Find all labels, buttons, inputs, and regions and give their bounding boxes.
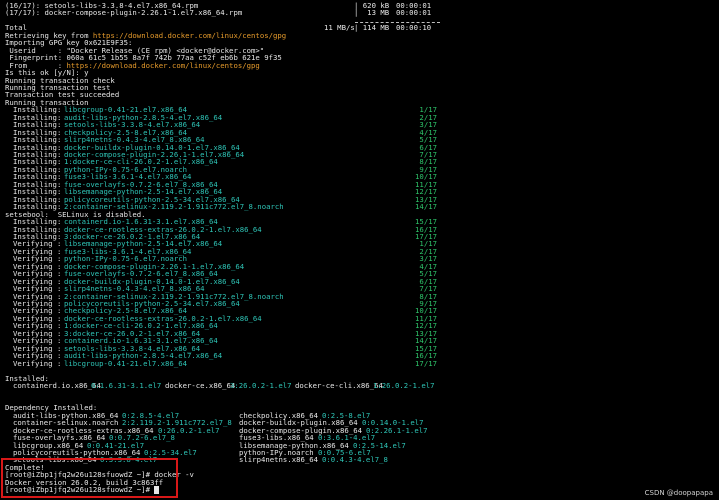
package-counter: 14/17: [415, 202, 437, 212]
installed-version: 0:1.6.31-3.1.el7: [91, 380, 162, 390]
package-name: libcgroup-0.41-21.el7.x86_64: [64, 358, 188, 368]
highlight-box: [1, 458, 178, 498]
installed-name: docker-ce-cli.x86_64: [295, 380, 383, 390]
total-speed: 11 MB/s: [324, 23, 355, 33]
separator: :: [57, 358, 62, 368]
rpm-time: 00:00:01: [396, 8, 432, 18]
installed-version: 1:26.0.2-1.el7: [373, 380, 435, 390]
package-counter: 17/17: [415, 358, 437, 368]
terminal-window[interactable]: (16/17): setools-libs-3.3.8-4.el7.x86_64…: [0, 0, 719, 500]
installed-version: 3:26.0.2-1.el7: [230, 380, 292, 390]
installed-name: containerd.io.x86_64: [13, 380, 101, 390]
total-size: | 114 MB: [354, 23, 390, 33]
gpg-url: https://download.docker.com/linux/centos…: [66, 60, 260, 70]
total-time: 00:00:10: [396, 23, 432, 33]
rpm-size: | 13 MB: [354, 8, 390, 18]
rpm-download-line: (17/17): docker-compose-plugin-2.26.1-1.…: [5, 8, 431, 18]
dependency-version: 0:0.4.3-4.el7_8: [322, 455, 388, 465]
dependency-name: slirp4netns.x86_64: [239, 455, 319, 465]
installed-name: docker-ce.x86_64: [165, 380, 236, 390]
dependency-version: 0:2.26.1-1.el7: [366, 425, 428, 435]
package-action: Verifying: [13, 358, 53, 368]
rpm-label: (17/17): docker-compose-plugin-2.26.1-1.…: [5, 8, 243, 18]
watermark: CSDN @doopapapa: [644, 489, 713, 497]
